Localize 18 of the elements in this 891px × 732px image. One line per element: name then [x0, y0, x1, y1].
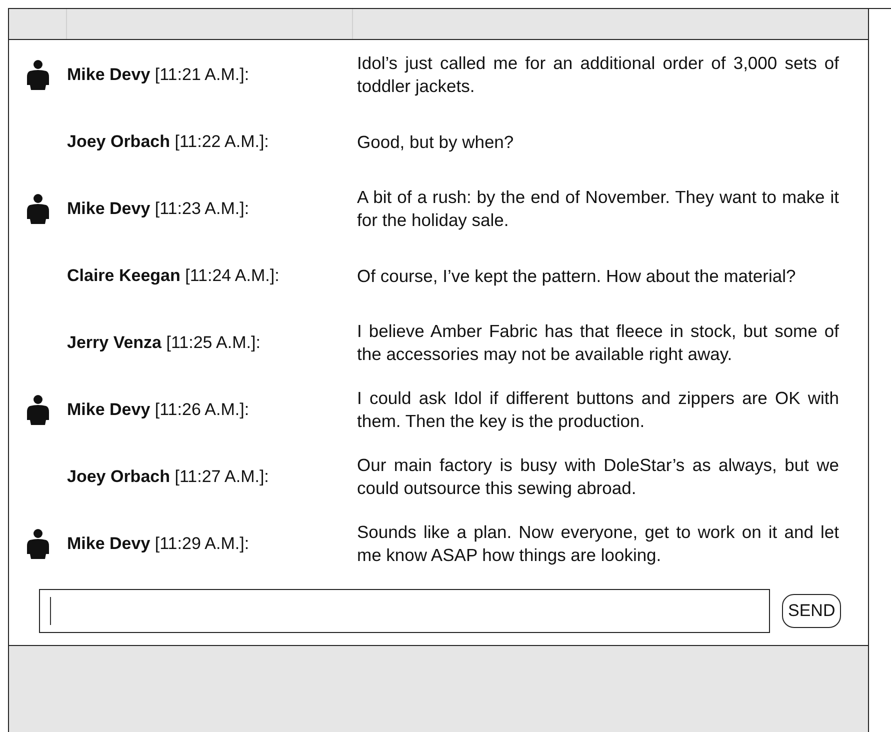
sender-timestamp: Claire Keegan [11:24 A.M.]: [67, 266, 280, 286]
send-button[interactable]: SEND [782, 594, 842, 628]
sender-timestamp: Mike Devy [11:23 A.M.]: [67, 199, 250, 219]
message-text: Of course, I’ve kept the pattern. How about the material? [357, 264, 797, 288]
sender-timestamp: Joey Orbach [11:22 A.M.]: [67, 132, 270, 152]
message-text: I could ask Idol if different buttons and zippers are OK with them. Then the key is the production. [357, 387, 839, 433]
message-text: Idol’s just called me for an additional order of 3,000 sets of toddler jackets. [357, 52, 839, 98]
message-input-field[interactable] [39, 589, 770, 633]
message-text: Sounds like a plan. Now everyone, get to work on it and let me know ASAP how things are looking. [357, 521, 839, 567]
sender-timestamp: Mike Devy [11:21 A.M.]: [67, 65, 250, 85]
message-text: Good, but by when? [357, 130, 515, 154]
message-text: Our main factory is busy with DoleStar’s as always, but we could outsource this sewing abroad. [357, 454, 839, 500]
message-text: I believe Amber Fabric has that fleece in stock, but some of the accessories may not be available right away. [357, 320, 839, 366]
sender-timestamp: Mike Devy [11:29 A.M.]: [67, 534, 250, 554]
sender-timestamp: Mike Devy [11:26 A.M.]: [67, 400, 250, 420]
sender-timestamp: Jerry Venza [11:25 A.M.]: [67, 333, 262, 353]
message-text: A bit of a rush: by the end of November. They want to make it for the holiday sale. [357, 186, 839, 232]
sender-timestamp: Joey Orbach [11:27 A.M.]: [67, 467, 270, 487]
